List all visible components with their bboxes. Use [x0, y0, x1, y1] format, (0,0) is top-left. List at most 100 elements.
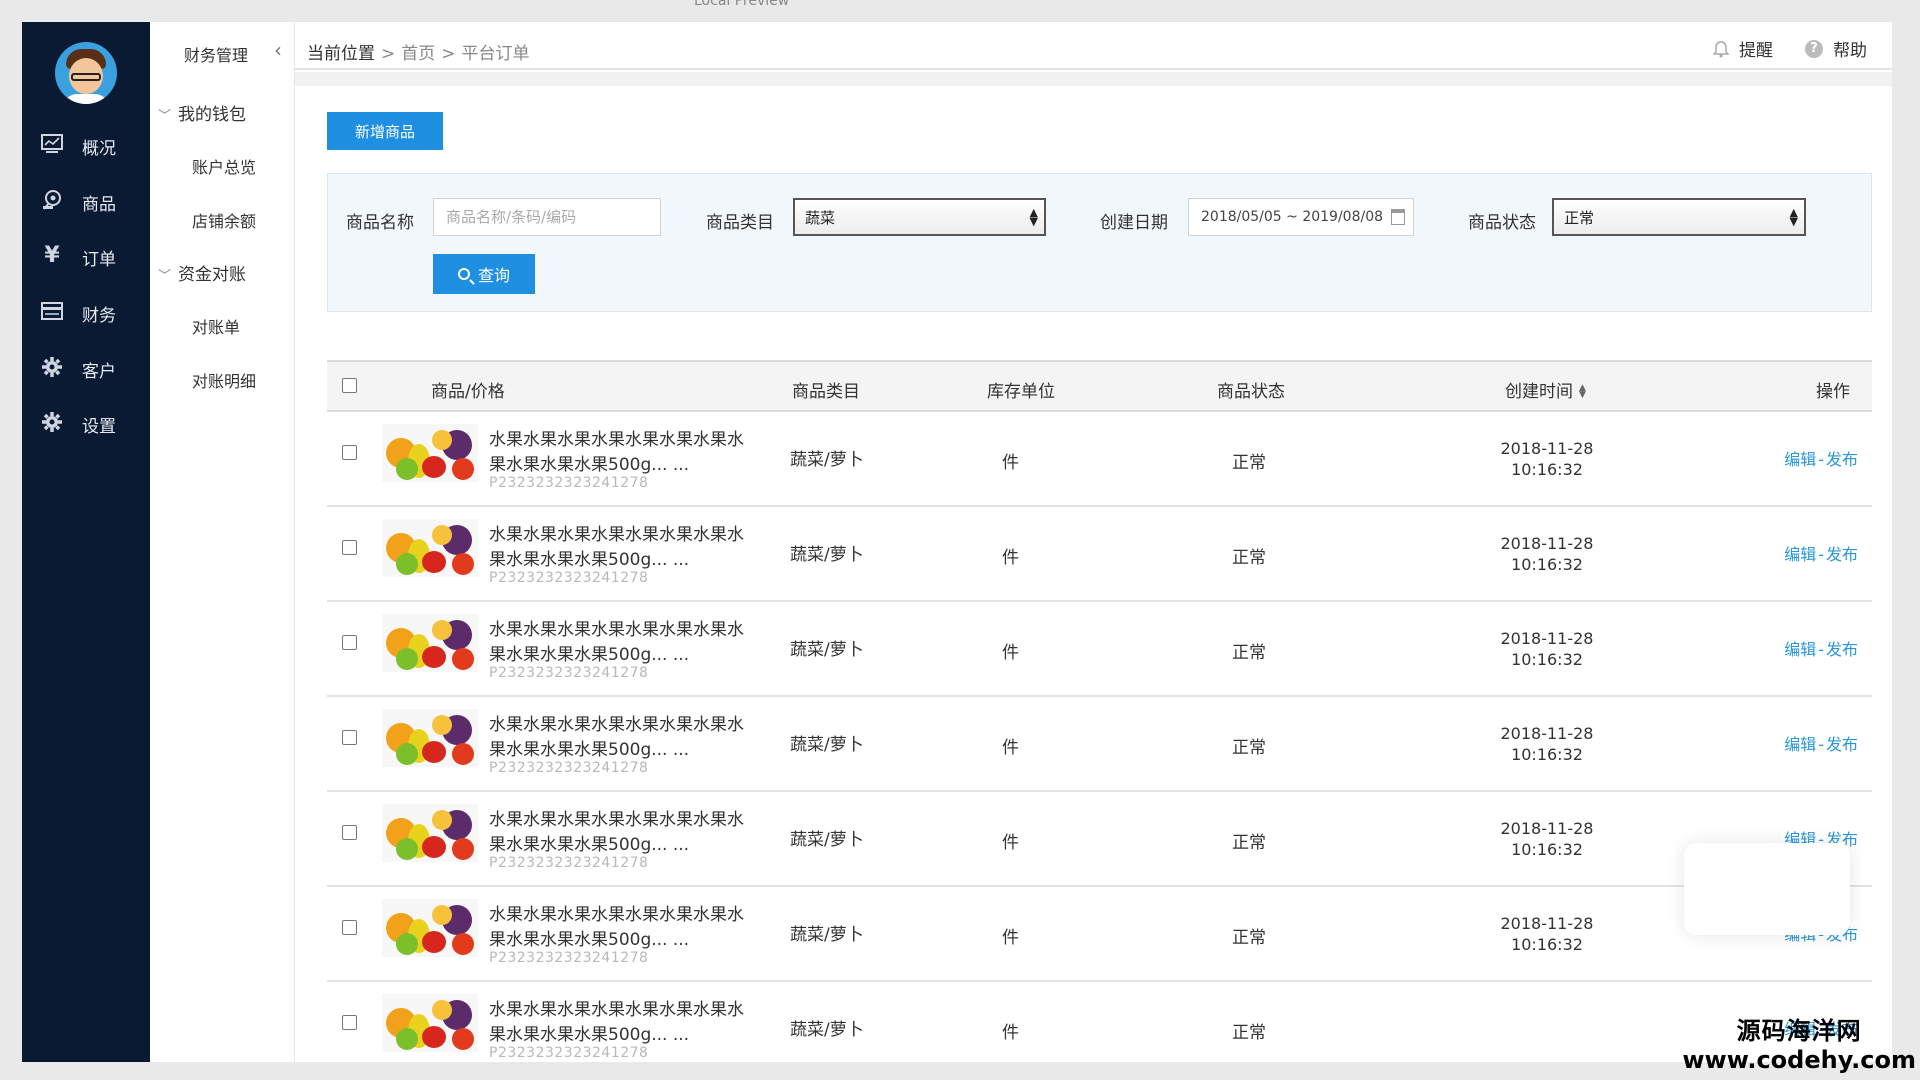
fruit-image-part: [422, 1026, 446, 1048]
calendar-icon: [1391, 209, 1405, 225]
product-sku: P2323232323241278: [489, 665, 649, 681]
row-actions: 编辑-发布: [1784, 735, 1858, 754]
created-time: 2018-11-28 10:16:32: [1500, 439, 1594, 479]
table-body: 水果水果水果水果水果水果水果水果水果水果水果500g... ... P232323…: [327, 412, 1872, 1062]
product-name[interactable]: 水果水果水果水果水果水果水果水果水果水果水果500g... ...: [489, 998, 759, 1048]
product-status: 正常: [1232, 928, 1266, 948]
product-name[interactable]: 水果水果水果水果水果水果水果水果水果水果水果500g... ...: [489, 903, 759, 953]
search-icon: [457, 268, 470, 280]
avatar[interactable]: [55, 42, 117, 104]
fruit-image-part: [396, 743, 418, 765]
main-content: 新增商品 商品名称 商品类目 蔬菜 ▲▼ 创建日期 2018/05/05 ~ 2…: [307, 86, 1877, 1062]
product-category: 蔬菜/萝卜: [790, 735, 864, 755]
sidebar-item-customers[interactable]: 客户: [22, 347, 150, 387]
fruit-image-part: [452, 838, 474, 860]
product-thumbnail: [382, 424, 478, 482]
fruit-image-part: [396, 553, 418, 575]
product-thumbnail: [382, 709, 478, 767]
product-thumbnail: [382, 804, 478, 862]
sidebar-item-label: 客户: [82, 362, 116, 382]
product-name[interactable]: 水果水果水果水果水果水果水果水果水果水果水果500g... ...: [489, 618, 759, 668]
product-category: 蔬菜/萝卜: [790, 545, 864, 565]
sidebar-item-label: 商品: [82, 195, 116, 215]
table-row: 水果水果水果水果水果水果水果水果水果水果水果500g... ... P232323…: [327, 697, 1872, 792]
product-name[interactable]: 水果水果水果水果水果水果水果水果水果水果水果500g... ...: [489, 808, 759, 858]
sidebar-item-settings[interactable]: 设置: [22, 402, 150, 442]
fruit-image-part: [432, 620, 452, 640]
sidebar-item-overview[interactable]: 概况: [22, 124, 150, 164]
product-status: 正常: [1232, 548, 1266, 568]
product-category: 蔬菜/萝卜: [790, 640, 864, 660]
fruit-image-part: [396, 458, 418, 480]
publish-link[interactable]: 发布: [1826, 450, 1858, 469]
breadcrumb: 当前位置 > 首页 > 平台订单: [307, 44, 530, 64]
submenu-item-account-overview[interactable]: 账户总览: [192, 154, 256, 178]
chevron-left-icon[interactable]: ‹: [274, 38, 282, 62]
sort-icon[interactable]: ▲ ▼: [1579, 384, 1586, 400]
row-checkbox[interactable]: [342, 635, 357, 650]
publish-link[interactable]: 发布: [1826, 735, 1858, 754]
product-name[interactable]: 水果水果水果水果水果水果水果水果水果水果水果500g... ...: [489, 713, 759, 763]
help-button[interactable]: ? 帮助: [1805, 36, 1867, 61]
col-status: 商品状态: [1217, 382, 1285, 402]
row-checkbox[interactable]: [342, 1015, 357, 1030]
edit-link[interactable]: 编辑: [1784, 450, 1816, 469]
submenu-item-statement-detail[interactable]: 对账明细: [192, 368, 256, 392]
sidebar-item-finance[interactable]: 财务: [22, 291, 150, 331]
submenu-group-wallet[interactable]: ﹀ 我的钱包: [158, 100, 246, 125]
product-sku: P2323232323241278: [489, 855, 649, 871]
row-checkbox[interactable]: [342, 445, 357, 460]
col-created-time[interactable]: 创建时间 ▲ ▼: [1505, 377, 1586, 402]
fruit-image-part: [396, 933, 418, 955]
stock-unit: 件: [1002, 1023, 1019, 1043]
remind-button[interactable]: 提醒: [1712, 36, 1773, 61]
product-name[interactable]: 水果水果水果水果水果水果水果水果水果水果水果500g... ...: [489, 428, 759, 478]
fruit-image-part: [432, 905, 452, 925]
select-all-checkbox[interactable]: [342, 378, 357, 393]
product-sku: P2323232323241278: [489, 760, 649, 776]
finance-submenu: 财务管理 ‹ ﹀ 我的钱包 账户总览 店铺余额 ﹀ 资金对账 对账单 对账明细: [150, 22, 295, 1062]
fruit-image-part: [396, 648, 418, 670]
row-checkbox[interactable]: [342, 730, 357, 745]
stock-unit: 件: [1002, 548, 1019, 568]
table-row: 水果水果水果水果水果水果水果水果水果水果水果500g... ... P232323…: [327, 412, 1872, 507]
sidebar-item-label: 概况: [82, 139, 116, 159]
table-row: 水果水果水果水果水果水果水果水果水果水果水果500g... ... P232323…: [327, 792, 1872, 887]
edit-link[interactable]: 编辑: [1784, 640, 1816, 659]
row-checkbox[interactable]: [342, 920, 357, 935]
product-name-label: 商品名称: [346, 213, 414, 233]
row-actions: 编辑-发布: [1784, 450, 1858, 469]
sidebar-item-orders[interactable]: ¥ 订单: [22, 235, 150, 275]
row-checkbox[interactable]: [342, 540, 357, 555]
category-select[interactable]: 蔬菜 ▲ ▼: [793, 198, 1046, 236]
help-icon: ?: [1805, 39, 1823, 58]
edit-link[interactable]: 编辑: [1784, 735, 1816, 754]
fruit-image-part: [432, 525, 452, 545]
sidebar-item-products[interactable]: 商品: [22, 180, 150, 220]
stock-unit: 件: [1002, 643, 1019, 663]
fruit-image-part: [432, 715, 452, 735]
publish-link[interactable]: 发布: [1826, 640, 1858, 659]
edit-link[interactable]: 编辑: [1784, 545, 1816, 564]
publish-link[interactable]: 发布: [1826, 545, 1858, 564]
stock-unit: 件: [1002, 738, 1019, 758]
table-row: 水果水果水果水果水果水果水果水果水果水果水果500g... ... P232323…: [327, 507, 1872, 602]
submenu-item-statement[interactable]: 对账单: [192, 314, 240, 338]
product-thumbnail: [382, 899, 478, 957]
breadcrumb-current: 平台订单: [461, 44, 530, 64]
date-range-input[interactable]: 2018/05/05 ~ 2019/08/08: [1188, 198, 1414, 236]
search-button[interactable]: 查询: [433, 254, 535, 294]
submenu-group-reconciliation[interactable]: ﹀ 资金对账: [158, 260, 246, 285]
row-checkbox[interactable]: [342, 825, 357, 840]
product-name-input[interactable]: [433, 198, 661, 236]
status-select[interactable]: 正常 ▲ ▼: [1552, 198, 1806, 236]
breadcrumb-home[interactable]: 首页: [401, 44, 435, 64]
fruit-image-part: [452, 933, 474, 955]
chevron-down-icon: ﹀: [158, 109, 172, 124]
product-table: 商品/价格 商品类目 库存单位 商品状态 创建时间 ▲ ▼ 操作 水果水果水果水果水…: [327, 360, 1872, 1062]
new-product-button[interactable]: 新增商品: [327, 112, 443, 150]
submenu-item-store-balance[interactable]: 店铺余额: [192, 208, 256, 232]
product-status: 正常: [1232, 643, 1266, 663]
fruit-image-part: [422, 836, 446, 858]
product-name[interactable]: 水果水果水果水果水果水果水果水果水果水果水果500g... ...: [489, 523, 759, 573]
